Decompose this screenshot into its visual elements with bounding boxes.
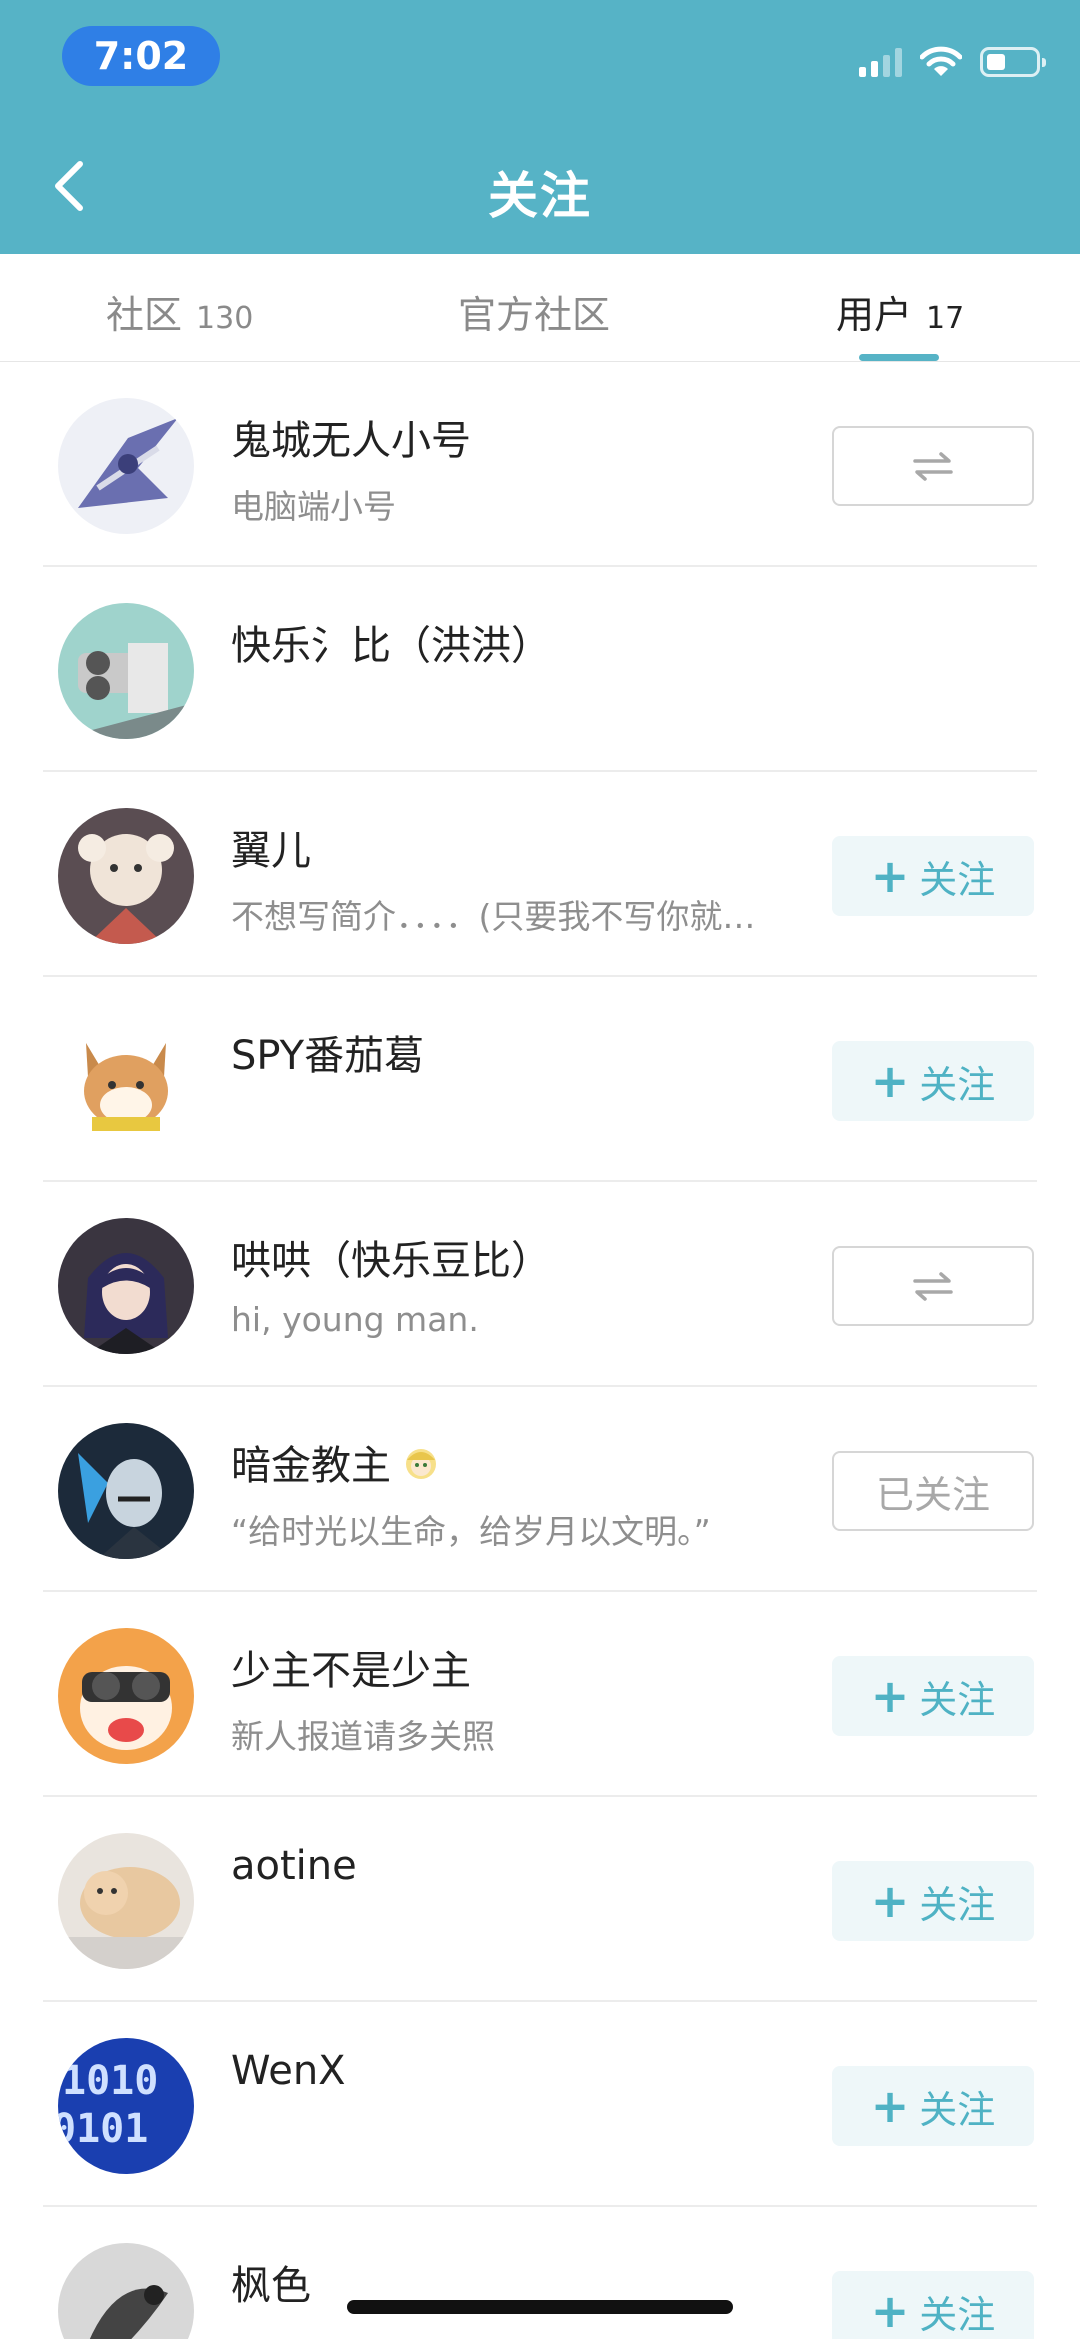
user-bio: 不想写简介．．．．(只要我不写你就… — [231, 897, 756, 936]
mutual-follow-button[interactable] — [832, 426, 1034, 506]
plus-icon: + — [870, 1669, 910, 1723]
avatar[interactable] — [58, 398, 194, 534]
follow-label: 关注 — [919, 2087, 996, 2132]
avatar[interactable] — [58, 1628, 194, 1764]
page-title: 关注 — [488, 167, 592, 225]
follow-button[interactable]: + 关注 — [832, 1656, 1034, 1736]
plus-icon: + — [870, 2284, 910, 2338]
tab-count: 130 — [196, 301, 254, 336]
tab-official-community[interactable]: 官方社区 — [458, 284, 610, 340]
swap-arrows-icon — [913, 1272, 953, 1301]
tab-label: 用户 — [836, 293, 913, 337]
active-tab-indicator — [859, 354, 939, 361]
follow-button[interactable]: + 关注 — [832, 2066, 1034, 2146]
tab-count: 17 — [926, 301, 965, 336]
avatar[interactable] — [58, 1423, 194, 1559]
avatar[interactable]: 1010 0101 — [58, 2038, 194, 2174]
user-bio: “给时光以生命，给岁月以文明。” — [231, 1512, 711, 1551]
tab-community[interactable]: 社区 130 — [106, 284, 253, 340]
user-name: 暗金教主 — [231, 1433, 441, 1491]
list-item[interactable]: 哄哄（快乐豆比） hi, young man. — [0, 1182, 1080, 1387]
user-list: 鬼城无人小号 电脑端小号 快乐氵比（洪洪） 翼儿 不想写简介．．．．(只要我不写… — [0, 362, 1080, 2339]
tab-bar: 社区 130 官方社区 用户 17 — [0, 254, 1080, 362]
follow-label: 关注 — [919, 857, 996, 902]
list-item[interactable]: 翼儿 不想写简介．．．．(只要我不写你就… + 关注 — [0, 772, 1080, 977]
follow-label: 关注 — [919, 1882, 996, 1927]
user-name-text: 暗金教主 — [231, 1443, 391, 1489]
tab-label: 社区 — [106, 293, 183, 337]
user-name: WenX — [231, 2048, 346, 2094]
user-name: SPY番茄葛 — [231, 1033, 425, 1079]
plus-icon: + — [870, 1874, 910, 1928]
list-item[interactable]: 暗金教主 “给时光以生命，给岁月以文明。” 已关注 — [0, 1387, 1080, 1592]
user-name: 哄哄（快乐豆比） — [231, 1238, 551, 1284]
list-item[interactable]: 少主不是少主 新人报道请多关照 + 关注 — [0, 1592, 1080, 1797]
list-item[interactable]: 1010 0101 WenX + 关注 — [0, 2002, 1080, 2207]
user-name: 枫色 — [231, 2263, 311, 2309]
avatar[interactable] — [58, 1013, 194, 1149]
user-bio: 电脑端小号 — [231, 487, 396, 526]
avatar[interactable] — [58, 1833, 194, 1969]
avatar[interactable] — [58, 603, 194, 739]
user-name: 翼儿 — [231, 828, 311, 874]
list-item[interactable]: SPY番茄葛 + 关注 — [0, 977, 1080, 1182]
tab-users[interactable]: 用户 17 — [836, 284, 964, 340]
avatar[interactable] — [58, 808, 194, 944]
status-time: 7:02 — [62, 26, 220, 86]
followed-button[interactable]: 已关注 — [832, 1451, 1034, 1531]
svg-text:1010: 1010 — [62, 2058, 158, 2104]
list-item[interactable]: 鬼城无人小号 电脑端小号 — [0, 362, 1080, 567]
list-item[interactable]: 枫色 + 关注 — [0, 2207, 1080, 2339]
follow-label: 关注 — [919, 1677, 996, 1722]
svg-text:0101: 0101 — [58, 2106, 148, 2152]
follow-button[interactable]: + 关注 — [832, 1041, 1034, 1121]
user-name: 快乐氵比（洪洪） — [231, 623, 551, 669]
follow-label: 关注 — [919, 1062, 996, 1107]
avatar[interactable] — [58, 1218, 194, 1354]
follow-label: 关注 — [919, 2292, 996, 2337]
swap-arrows-icon — [913, 452, 953, 481]
cellular-signal-icon — [859, 47, 902, 77]
user-bio: hi, young man. — [231, 1300, 479, 1339]
user-bio: 新人报道请多关照 — [231, 1717, 495, 1756]
user-name: 少主不是少主 — [231, 1648, 471, 1694]
plus-icon: + — [870, 1054, 910, 1108]
plus-icon: + — [870, 2079, 910, 2133]
follow-button[interactable]: + 关注 — [832, 836, 1034, 916]
list-item[interactable]: 快乐氵比（洪洪） — [0, 567, 1080, 772]
tab-label: 官方社区 — [458, 293, 611, 337]
avatar[interactable] — [58, 2243, 194, 2339]
user-name: aotine — [231, 1843, 357, 1889]
app-header: 7:02 关注 — [0, 0, 1080, 254]
avatar-sticker-icon — [406, 1449, 436, 1479]
plus-icon: + — [870, 849, 910, 903]
user-name: 鬼城无人小号 — [231, 418, 471, 464]
follow-button[interactable]: + 关注 — [832, 2271, 1034, 2339]
wifi-icon — [920, 46, 962, 76]
battery-icon — [980, 47, 1046, 77]
status-icons — [859, 44, 1046, 80]
list-item[interactable]: aotine + 关注 — [0, 1797, 1080, 2002]
mutual-follow-button[interactable] — [832, 1246, 1034, 1326]
home-indicator[interactable] — [347, 2300, 733, 2314]
follow-button[interactable]: + 关注 — [832, 1861, 1034, 1941]
